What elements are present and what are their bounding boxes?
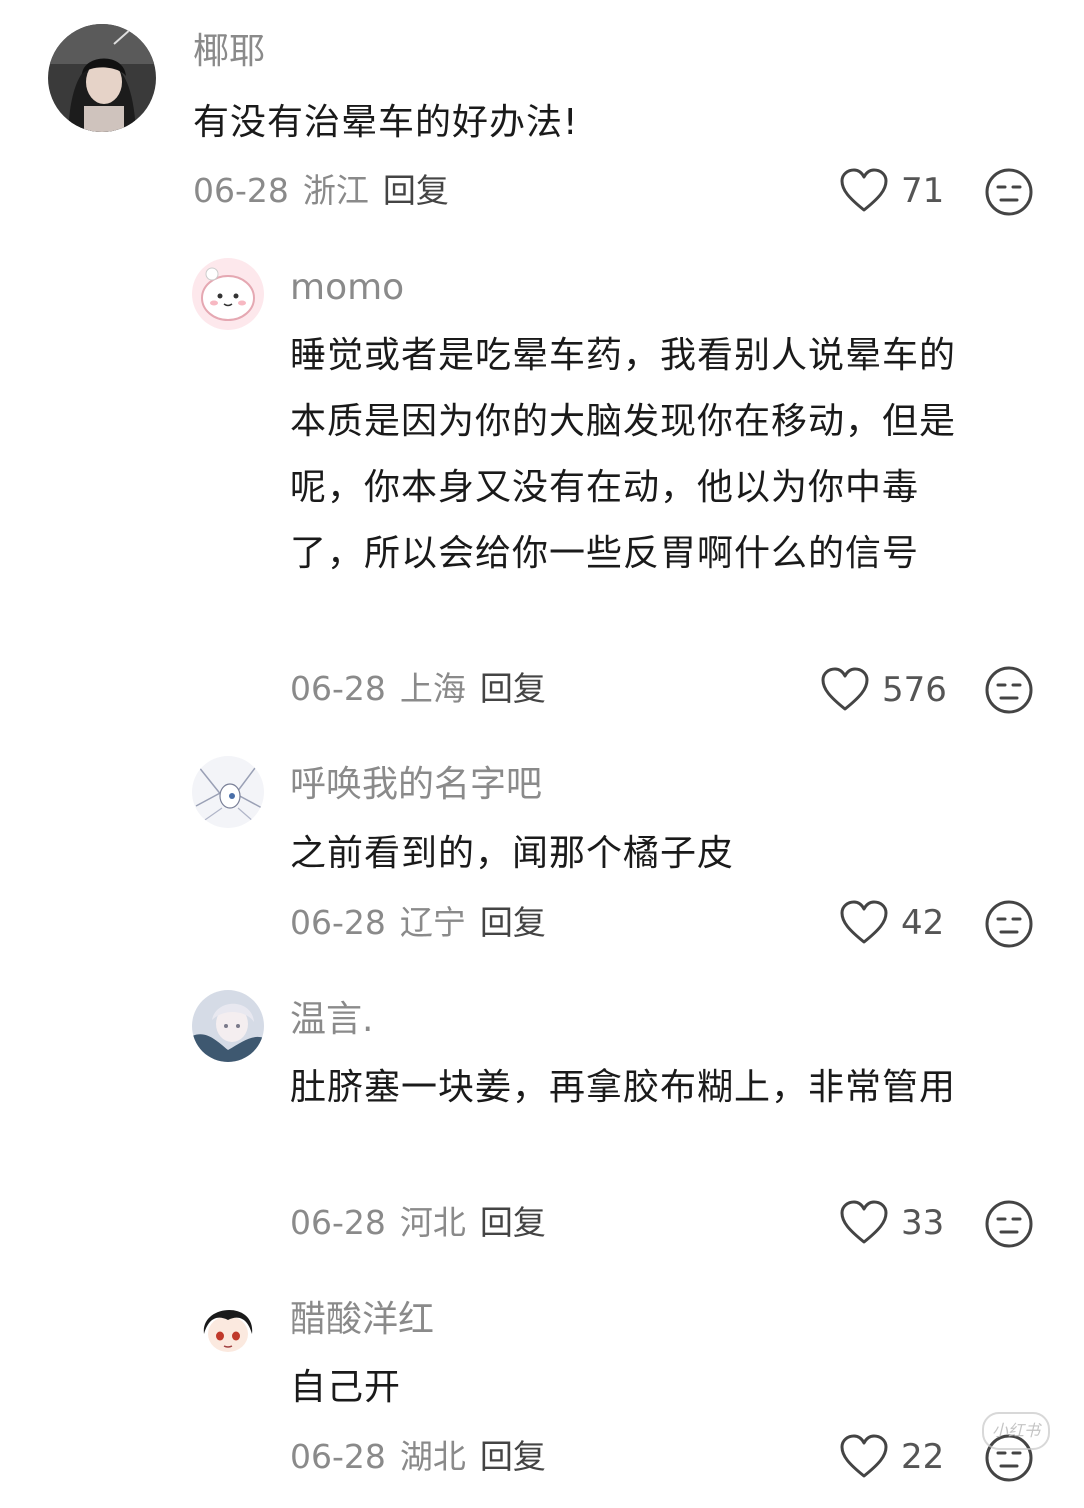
meh-face-icon <box>985 900 1033 948</box>
anime-sketch-avatar-icon <box>192 756 264 828</box>
like-button[interactable]: 42 <box>839 898 944 948</box>
comment-text: 肚脐塞一块姜，再拿胶布糊上，非常管用 <box>290 1067 957 1108</box>
avatar[interactable] <box>48 24 156 132</box>
like-button[interactable]: 22 <box>839 1432 944 1482</box>
reply-button[interactable]: 回复 <box>480 903 546 942</box>
like-count: 576 <box>882 670 947 710</box>
username[interactable]: 醋酸洋红 <box>290 1298 434 1342</box>
anime-girl-avatar-icon <box>192 990 264 1062</box>
heart-icon <box>840 1434 888 1478</box>
comment-meta: 06-28 湖北 回复 <box>290 1437 560 1477</box>
comment-meta: 06-28 浙江 回复 <box>193 171 463 211</box>
reply-button[interactable]: 回复 <box>383 171 449 210</box>
heart-icon <box>840 168 888 212</box>
heart-icon <box>840 900 888 944</box>
comment-location: 河北 <box>399 1203 466 1242</box>
username[interactable]: 呼唤我的名字吧 <box>290 763 542 807</box>
like-count: 71 <box>901 171 945 211</box>
comment-date: 06-28 <box>290 1437 386 1476</box>
comment-text: 有没有治晕车的好办法! <box>193 102 579 143</box>
comment-location: 上海 <box>399 669 466 708</box>
comment-meta: 06-28 辽宁 回复 <box>290 903 560 943</box>
like-button[interactable]: 33 <box>839 1198 944 1248</box>
meh-face-icon <box>985 1200 1033 1248</box>
comment-date: 06-28 <box>193 171 289 210</box>
reply-button[interactable]: 回复 <box>480 1437 546 1476</box>
like-button[interactable]: 576 <box>820 665 947 715</box>
comment-location: 浙江 <box>302 171 369 210</box>
meh-face-icon <box>985 168 1033 216</box>
username[interactable]: momo <box>290 266 404 310</box>
comment-text: 之前看到的，闻那个橘子皮 <box>290 833 735 874</box>
like-count: 33 <box>901 1203 945 1243</box>
dislike-button[interactable] <box>984 167 1034 217</box>
heart-icon <box>840 1200 888 1244</box>
dislike-button[interactable] <box>984 1199 1034 1249</box>
heart-icon <box>821 667 869 711</box>
comment-date: 06-28 <box>290 903 386 942</box>
dislike-button[interactable] <box>984 899 1034 949</box>
meh-face-icon <box>985 666 1033 714</box>
comment-location: 湖北 <box>399 1437 466 1476</box>
dislike-button[interactable] <box>984 665 1034 715</box>
avatar[interactable] <box>192 756 264 828</box>
reply-button[interactable]: 回复 <box>480 669 546 708</box>
bottom-fade <box>0 1480 1084 1508</box>
username[interactable]: 椰耶 <box>193 30 265 74</box>
reply-button[interactable]: 回复 <box>480 1203 546 1242</box>
user-photo-avatar-icon <box>48 24 156 132</box>
avatar[interactable] <box>192 990 264 1062</box>
like-count: 22 <box>901 1437 945 1477</box>
comment-text: 自己开 <box>290 1367 402 1408</box>
like-count: 42 <box>901 903 945 943</box>
watermark-logo: 小红书 <box>982 1412 1050 1450</box>
comment-date: 06-28 <box>290 1203 386 1242</box>
like-button[interactable]: 71 <box>839 166 944 216</box>
comment-meta: 06-28 上海 回复 <box>290 669 560 709</box>
comment-date: 06-28 <box>290 669 386 708</box>
comment-text: 睡觉或者是吃晕车药，我看别人说晕车的本质是因为你的大脑发现你在移动，但是呢，你本… <box>290 335 957 574</box>
username[interactable]: 温言. <box>290 998 373 1042</box>
avatar[interactable] <box>192 1290 264 1362</box>
avatar[interactable] <box>192 258 264 330</box>
comment-location: 辽宁 <box>399 903 466 942</box>
cartoon-pink-avatar-icon <box>192 258 264 330</box>
chibi-boy-avatar-icon <box>192 1290 264 1362</box>
comment-meta: 06-28 河北 回复 <box>290 1203 560 1243</box>
